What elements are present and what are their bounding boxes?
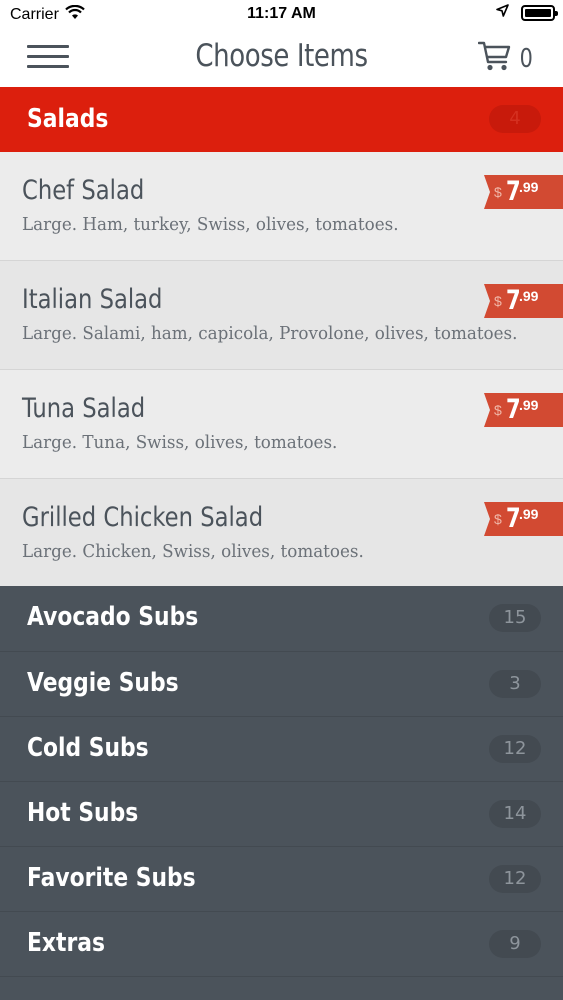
category-count-badge: 14 [489,800,541,828]
price-cents: .99 [519,179,539,195]
item-name: Grilled Chicken Salad [22,502,264,533]
cart-button[interactable]: 0 [478,40,535,77]
status-bar: Carrier 11:17 AM [0,0,563,30]
category-row-favorite-subs[interactable]: Favorite Subs 12 [0,846,563,911]
item-description: Large. Tuna, Swiss, olives, tomatoes. [22,432,338,453]
menu-item[interactable]: Chef Salad Large. Ham, turkey, Swiss, ol… [0,152,563,261]
category-name: Avocado Subs [27,602,199,632]
menu-item[interactable]: Grilled Chicken Salad Large. Chicken, Sw… [0,479,563,586]
cart-count: 0 [520,43,534,74]
price-symbol: $ [494,184,502,200]
item-name: Tuna Salad [22,393,146,424]
price-symbol: $ [494,402,502,418]
price-tag: $ 7 .99 [484,502,563,536]
category-count-badge: 12 [489,735,541,763]
item-name: Italian Salad [22,284,163,315]
category-row-cold-subs[interactable]: Cold Subs 12 [0,716,563,781]
category-name: Veggie Subs [27,668,179,698]
menu-item[interactable]: Italian Salad Large. Salami, ham, capico… [0,261,563,370]
price-cents: .99 [519,288,539,304]
category-count-badge: 4 [489,105,541,133]
category-name: Cold Subs [27,733,149,763]
price-tag: $ 7 .99 [484,393,563,427]
price-tag: $ 7 .99 [484,284,563,318]
price-symbol: $ [494,511,502,527]
category-name: Favorite Subs [27,863,196,893]
cart-icon [478,40,512,77]
category-name: Salads [27,104,109,134]
item-description: Large. Ham, turkey, Swiss, olives, tomat… [22,214,399,235]
item-description: Large. Salami, ham, capicola, Provolone,… [22,323,518,344]
category-row-partial[interactable] [0,976,563,1000]
category-count-badge: 12 [489,865,541,893]
category-count-badge: 9 [489,930,541,958]
item-name: Chef Salad [22,175,145,206]
nav-bar: Choose Items 0 [0,30,563,87]
menu-item[interactable]: Tuna Salad Large. Tuna, Swiss, olives, t… [0,370,563,479]
price-symbol: $ [494,293,502,309]
category-row-avocado-subs[interactable]: Avocado Subs 15 [0,586,563,651]
category-row-extras[interactable]: Extras 9 [0,911,563,976]
page-title: Choose Items [195,38,368,74]
location-arrow-icon [496,4,509,22]
price-cents: .99 [519,506,539,522]
price-cents: .99 [519,397,539,413]
battery-icon [521,5,558,21]
price-tag: $ 7 .99 [484,175,563,209]
category-count-badge: 3 [489,670,541,698]
status-time: 11:17 AM [247,5,316,22]
category-header-salads[interactable]: Salads 4 [0,87,563,152]
category-count-badge: 15 [489,604,541,632]
category-name: Hot Subs [27,798,139,828]
category-name: Extras [27,928,105,958]
status-right [496,4,558,22]
category-row-veggie-subs[interactable]: Veggie Subs 3 [0,651,563,716]
category-row-hot-subs[interactable]: Hot Subs 14 [0,781,563,846]
item-description: Large. Chicken, Swiss, olives, tomatoes. [22,541,364,562]
